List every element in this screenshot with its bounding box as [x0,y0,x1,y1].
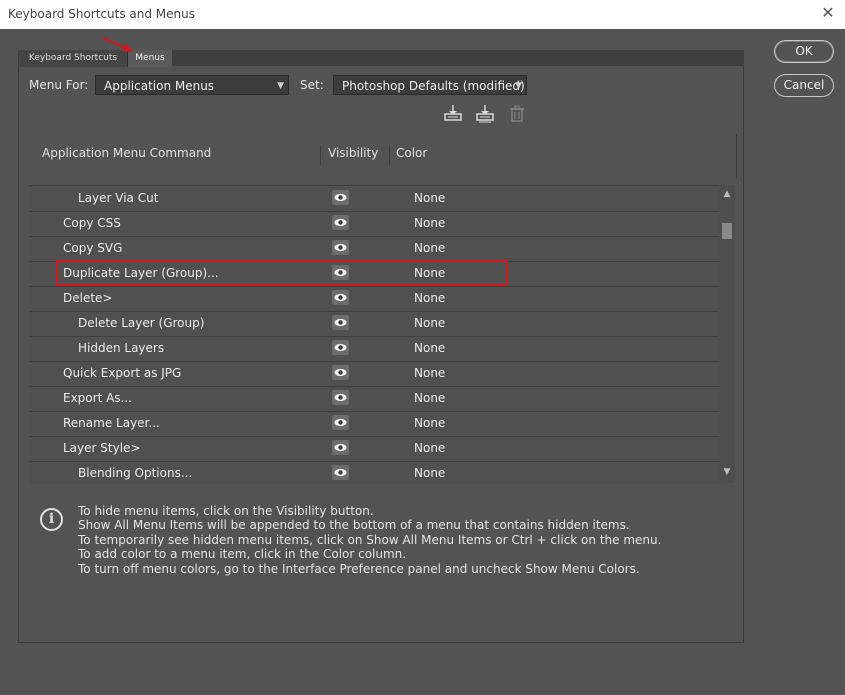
menu-command-label: Layer Via Cut [78,191,159,205]
scroll-up-icon[interactable]: ▲ [719,189,735,201]
info-text-line: To add color to a menu item, click in th… [78,547,407,561]
visibility-eye-icon[interactable] [332,240,349,255]
color-cell[interactable]: None [414,191,445,205]
menu-command-label: Layer Style> [63,441,141,455]
visibility-eye-icon[interactable] [332,190,349,205]
color-cell[interactable]: None [414,241,445,255]
visibility-eye-icon[interactable] [332,315,349,330]
ok-button[interactable]: OK [774,40,834,63]
save-set-icon[interactable] [443,104,463,124]
set-value: Photoshop Defaults (modified) [342,79,525,93]
title-bar: Keyboard Shortcuts and Menus ✕ [0,0,845,29]
table-row[interactable]: Blending Options... None [29,461,719,484]
column-header-color[interactable]: Color [396,146,427,160]
visibility-eye-icon[interactable] [332,365,349,380]
menu-for-label: Menu For: [29,78,89,92]
set-select[interactable]: Photoshop Defaults (modified) ▼ [333,75,527,95]
table-row[interactable]: Layer Via Cut None [29,186,719,212]
menu-for-select[interactable]: Application Menus ▼ [95,75,289,95]
table-row[interactable]: Delete> None [29,286,719,312]
table-row[interactable]: Rename Layer... None [29,411,719,437]
color-cell[interactable]: None [414,291,445,305]
info-text-line: To temporarily see hidden menu items, cl… [78,533,662,547]
annotation-highlight-box [56,260,508,286]
delete-set-icon[interactable] [507,104,527,124]
save-as-set-icon[interactable] [475,104,495,124]
chevron-down-icon: ▼ [515,81,522,91]
column-header-command[interactable]: Application Menu Command [42,146,211,160]
column-divider[interactable] [389,145,390,165]
menu-for-value: Application Menus [104,79,215,93]
visibility-eye-icon[interactable] [332,290,349,305]
visibility-eye-icon[interactable] [332,465,349,480]
menu-command-label: Delete Layer (Group) [78,316,205,330]
color-cell[interactable]: None [414,441,445,455]
annotation-arrow [102,37,133,52]
visibility-eye-icon[interactable] [332,440,349,455]
table-row[interactable]: Hidden Layers None [29,336,719,362]
table-row[interactable]: Export As... None [29,386,719,412]
column-divider[interactable] [320,145,321,165]
info-icon: i [40,508,63,531]
table-scrollbar[interactable]: ▲ ▼ [719,185,735,483]
visibility-eye-icon[interactable] [332,340,349,355]
menu-command-label: Export As... [63,391,132,405]
table-row[interactable]: Quick Export as JPG None [29,361,719,387]
table-row[interactable]: Delete Layer (Group) None [29,311,719,337]
cancel-button[interactable]: Cancel [774,74,834,97]
color-cell[interactable]: None [414,216,445,230]
menu-command-table: Layer Via Cut None Copy CSS None Copy SVG Non… [29,185,719,484]
menu-command-label: Rename Layer... [63,416,160,430]
window-title: Keyboard Shortcuts and Menus [8,7,195,21]
visibility-eye-icon[interactable] [332,215,349,230]
visibility-eye-icon[interactable] [332,390,349,405]
menu-command-label: Hidden Layers [78,341,165,355]
info-text-line: To turn off menu colors, go to the Inter… [78,562,640,576]
color-cell[interactable]: None [414,316,445,330]
visibility-eye-icon[interactable] [332,415,349,430]
table-row[interactable]: Copy CSS None [29,211,719,237]
scroll-down-icon[interactable]: ▼ [719,467,735,479]
menu-command-label: Delete> [63,291,113,305]
table-row[interactable]: Copy SVG None [29,236,719,262]
color-cell[interactable]: None [414,366,445,380]
scrollbar-thumb[interactable] [722,223,732,239]
chevron-down-icon: ▼ [277,81,284,91]
color-cell[interactable]: None [414,466,445,480]
color-cell[interactable]: None [414,341,445,355]
menu-command-label: Quick Export as JPG [63,366,182,380]
info-text-line: To hide menu items, click on the Visibil… [78,504,374,518]
color-cell[interactable]: None [414,391,445,405]
set-label: Set: [300,78,324,92]
menu-command-label: Blending Options... [78,466,193,480]
menu-command-label: Copy CSS [63,216,121,230]
close-icon[interactable]: ✕ [819,4,837,22]
menu-command-label: Copy SVG [63,241,123,255]
color-cell[interactable]: None [414,416,445,430]
column-header-visibility[interactable]: Visibility [328,146,378,160]
info-text-line: Show All Menu Items will be appended to … [78,518,630,532]
table-row[interactable]: Layer Style> None [29,436,719,462]
